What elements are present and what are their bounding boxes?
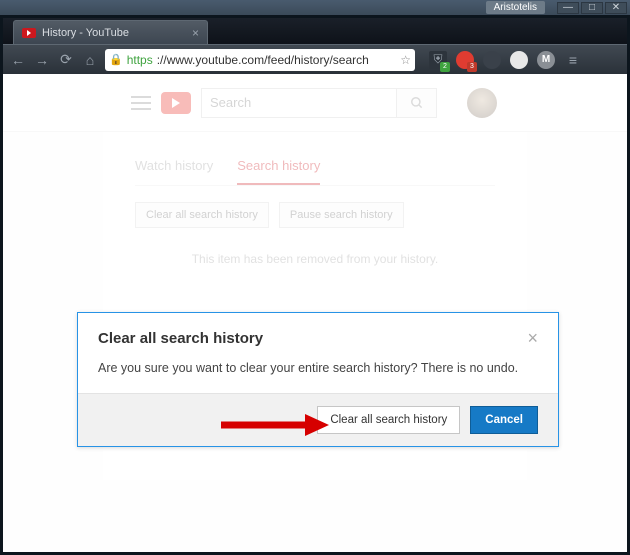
dialog-cancel-button[interactable]: Cancel	[470, 406, 538, 434]
dialog-close-icon[interactable]: ×	[527, 329, 538, 347]
dialog-footer: Clear all search history Cancel	[78, 393, 558, 446]
extension-gray-icon[interactable]	[483, 51, 501, 69]
window-minimize-button[interactable]: —	[557, 2, 579, 14]
dialog-title: Clear all search history	[98, 330, 263, 347]
bookmark-star-icon[interactable]: ☆	[400, 53, 411, 67]
extension-badge: 3	[467, 62, 477, 72]
lock-icon: 🔒	[109, 53, 123, 66]
extension-red-icon[interactable]: 3	[456, 51, 474, 69]
extension-badge: 2	[440, 62, 450, 72]
url-scheme: https	[127, 53, 153, 67]
reload-button[interactable]: ⟳	[57, 51, 75, 69]
dialog-header: Clear all search history ×	[78, 313, 558, 355]
os-user-label: Aristotelis	[486, 1, 545, 14]
url-path: ://www.youtube.com/feed/history/search	[157, 53, 397, 67]
page-viewport: Watch history Search history Clear all s…	[3, 74, 627, 552]
extension-shield-icon[interactable]: ⛨2	[429, 51, 447, 69]
extension-m-icon[interactable]: M	[537, 51, 555, 69]
browser-frame: History - YouTube × ← → ⟳ ⌂ 🔒 https ://w…	[0, 15, 630, 555]
browser-menu-icon[interactable]: ≡	[564, 51, 582, 69]
home-button[interactable]: ⌂	[81, 51, 99, 69]
browser-toolbar: ← → ⟳ ⌂ 🔒 https ://www.youtube.com/feed/…	[3, 44, 627, 74]
tab-close-icon[interactable]: ×	[192, 26, 199, 40]
forward-button[interactable]: →	[33, 51, 51, 69]
tab-strip: History - YouTube ×	[3, 18, 627, 44]
browser-tab[interactable]: History - YouTube ×	[13, 20, 208, 44]
address-bar[interactable]: 🔒 https ://www.youtube.com/feed/history/…	[105, 49, 415, 71]
tab-title: History - YouTube	[42, 27, 129, 39]
extension-white-icon[interactable]	[510, 51, 528, 69]
window-maximize-button[interactable]: □	[581, 2, 603, 14]
dialog-body: Are you sure you want to clear your enti…	[78, 355, 558, 393]
back-button[interactable]: ←	[9, 51, 27, 69]
window-close-button[interactable]: ✕	[605, 2, 627, 14]
extension-icons: ⛨2 3 M ≡	[429, 51, 582, 69]
youtube-favicon-icon	[22, 28, 36, 38]
window-chrome: Aristotelis — □ ✕	[0, 0, 630, 15]
clear-history-dialog: Clear all search history × Are you sure …	[77, 312, 559, 447]
dialog-confirm-button[interactable]: Clear all search history	[317, 406, 460, 434]
